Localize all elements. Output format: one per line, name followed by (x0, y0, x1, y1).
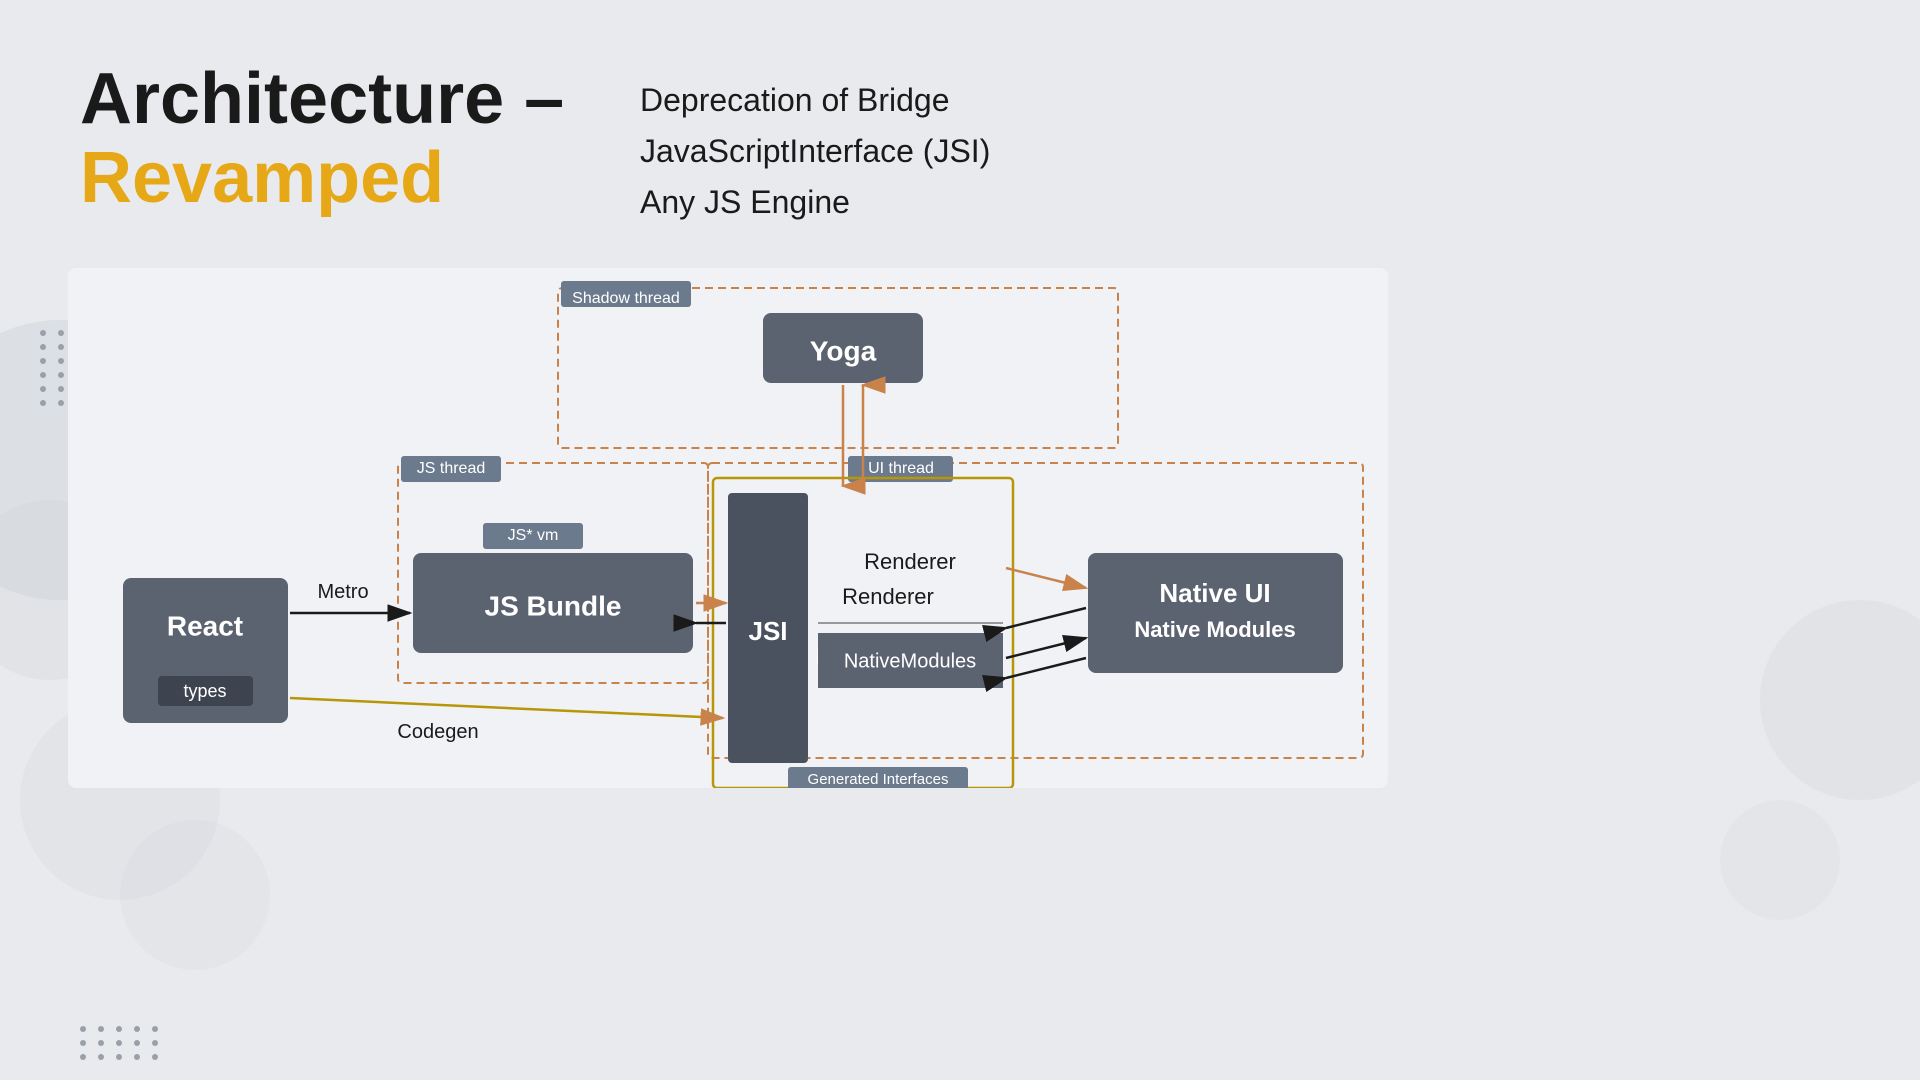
codegen-arrow (290, 698, 723, 718)
codegen-label: Codegen (397, 721, 478, 743)
jsi-nativemod-left (1006, 658, 1086, 678)
metro-label: Metro (317, 581, 368, 603)
react-node: React (167, 610, 243, 641)
jsi-node: JSI (748, 616, 787, 646)
title-line1: Architecture – (80, 60, 564, 139)
react-types-badge: types (183, 681, 226, 701)
nativemodules-text: NativeModules (844, 650, 976, 672)
jsi-nativeui-arrow-left (1006, 608, 1086, 628)
bullet-item-3: Any JS Engine (640, 177, 990, 228)
bullet-item-1: Deprecation of Bridge (640, 75, 990, 126)
jsi-nativemod-right (1006, 638, 1086, 658)
bullet-list: Deprecation of Bridge JavaScriptInterfac… (640, 75, 990, 229)
architecture-diagram: Shadow thread Yoga JS thread UI thread J… (68, 268, 1388, 788)
yoga-node: Yoga (810, 335, 877, 366)
jsvm-label: JS* vm (508, 527, 559, 544)
nativeui-line2: Native Modules (1134, 617, 1295, 642)
header: Architecture – Revamped (80, 60, 564, 218)
renderer-text: Renderer (864, 549, 956, 574)
decorative-dots-left (40, 330, 68, 406)
nativeui-line1: Native UI (1159, 578, 1270, 608)
generated-interfaces-label: Generated Interfaces (808, 771, 949, 788)
bullet-item-2: JavaScriptInterface (JSI) (640, 126, 990, 177)
decorative-dots-bottom (80, 1026, 162, 1060)
jsbundle-node: JS Bundle (485, 590, 622, 621)
shadow-thread-label: Shadow thread (572, 290, 680, 307)
title-line2: Revamped (80, 139, 564, 218)
jsi-nativeui-arrow-right (1006, 568, 1086, 588)
js-thread-label: JS thread (417, 460, 485, 477)
ui-thread-label: UI thread (868, 460, 934, 477)
